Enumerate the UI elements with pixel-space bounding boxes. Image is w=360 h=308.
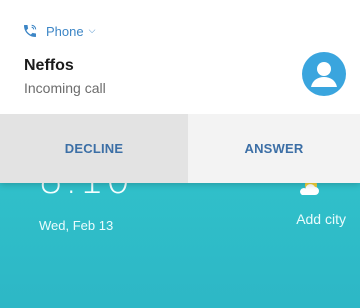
person-icon [311,62,337,87]
clock-date: Wed, Feb 13 [39,218,114,233]
notification-app-header[interactable]: Phone ⌵ [22,23,95,39]
phone-icon [24,24,37,37]
answer-button[interactable]: ANSWER [188,114,360,183]
caller-avatar [302,52,346,96]
chevron-down-icon[interactable]: ⌵ [89,25,96,36]
call-status: Incoming call [24,80,106,96]
add-city-link[interactable]: Add city [296,211,346,227]
notification-app-name: Phone [46,23,84,39]
call-actions: DECLINE ANSWER [0,114,360,183]
caller-name: Neffos [24,57,74,74]
decline-button[interactable]: DECLINE [0,114,188,183]
incoming-call-notification[interactable]: Phone ⌵ Neffos Incoming call DECLINE ANS… [0,0,360,183]
